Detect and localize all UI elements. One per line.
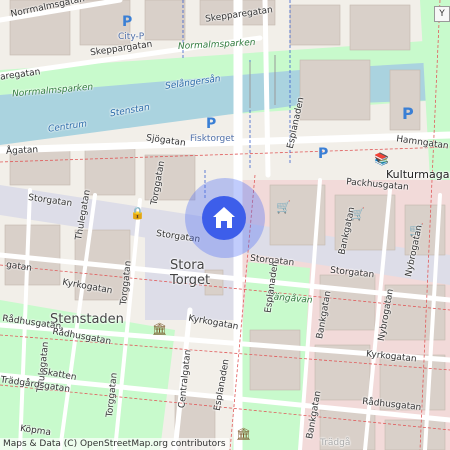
home-icon (213, 207, 235, 228)
map-attribution: Maps & Data (C) OpenStreetMap.org contri… (0, 438, 229, 450)
map-canvas[interactable]: P P P P 📚 🔒 🛒 🛒 🛒 🏛 🏛 Norrmalmsgatan Ske… (0, 0, 450, 450)
museum-icon[interactable]: 🏛 (236, 427, 251, 441)
parking-icon[interactable]: P (402, 104, 414, 123)
parking-icon[interactable]: P (206, 116, 216, 132)
map-control-button[interactable]: Y (434, 6, 450, 22)
shop-icon[interactable]: 🛒 (350, 207, 365, 221)
museum-icon[interactable]: 📚 (374, 152, 389, 166)
shop-icon[interactable]: 🛒 (409, 223, 424, 237)
townhall-icon[interactable]: 🏛 (152, 322, 167, 336)
parking-icon[interactable]: P (122, 14, 132, 30)
shop-icon[interactable]: 🛒 (276, 200, 291, 214)
parking-icon[interactable]: P (318, 146, 328, 162)
home-icon[interactable] (202, 196, 246, 240)
shop-icon[interactable]: 🔒 (130, 206, 145, 220)
